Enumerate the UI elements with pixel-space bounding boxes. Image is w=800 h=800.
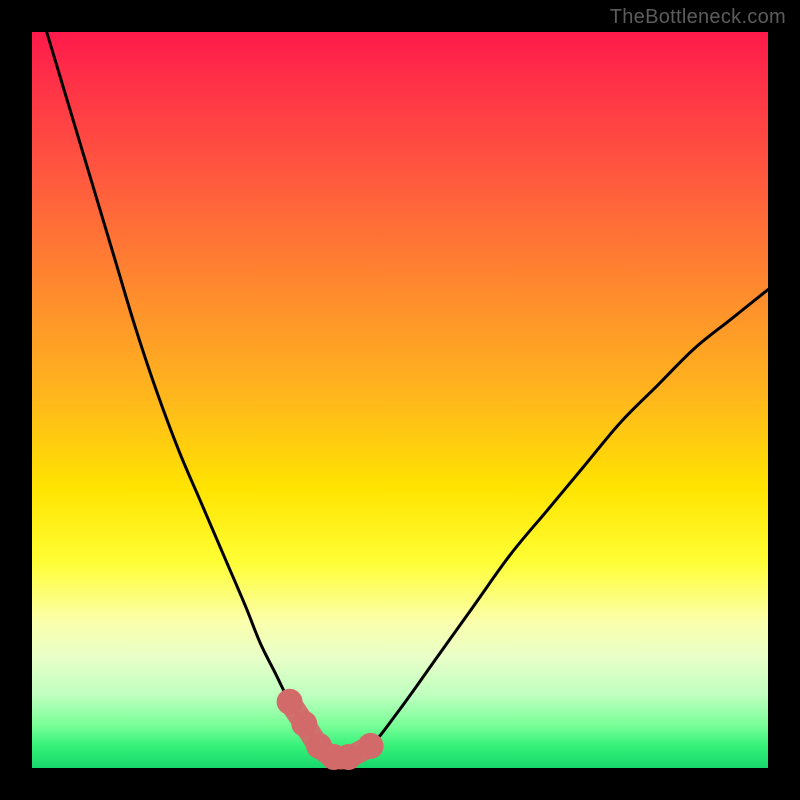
chart-frame: TheBottleneck.com [0, 0, 800, 800]
optimal-zone-dots [277, 689, 384, 770]
optimal-zone-dot [291, 711, 317, 737]
chart-svg [32, 32, 768, 768]
chart-plot-area [32, 32, 768, 768]
bottleneck-curve [47, 32, 768, 758]
optimal-zone-dot [277, 689, 303, 715]
watermark-text: TheBottleneck.com [610, 6, 786, 29]
optimal-zone-dot [335, 744, 361, 770]
optimal-zone-dot [358, 733, 384, 759]
